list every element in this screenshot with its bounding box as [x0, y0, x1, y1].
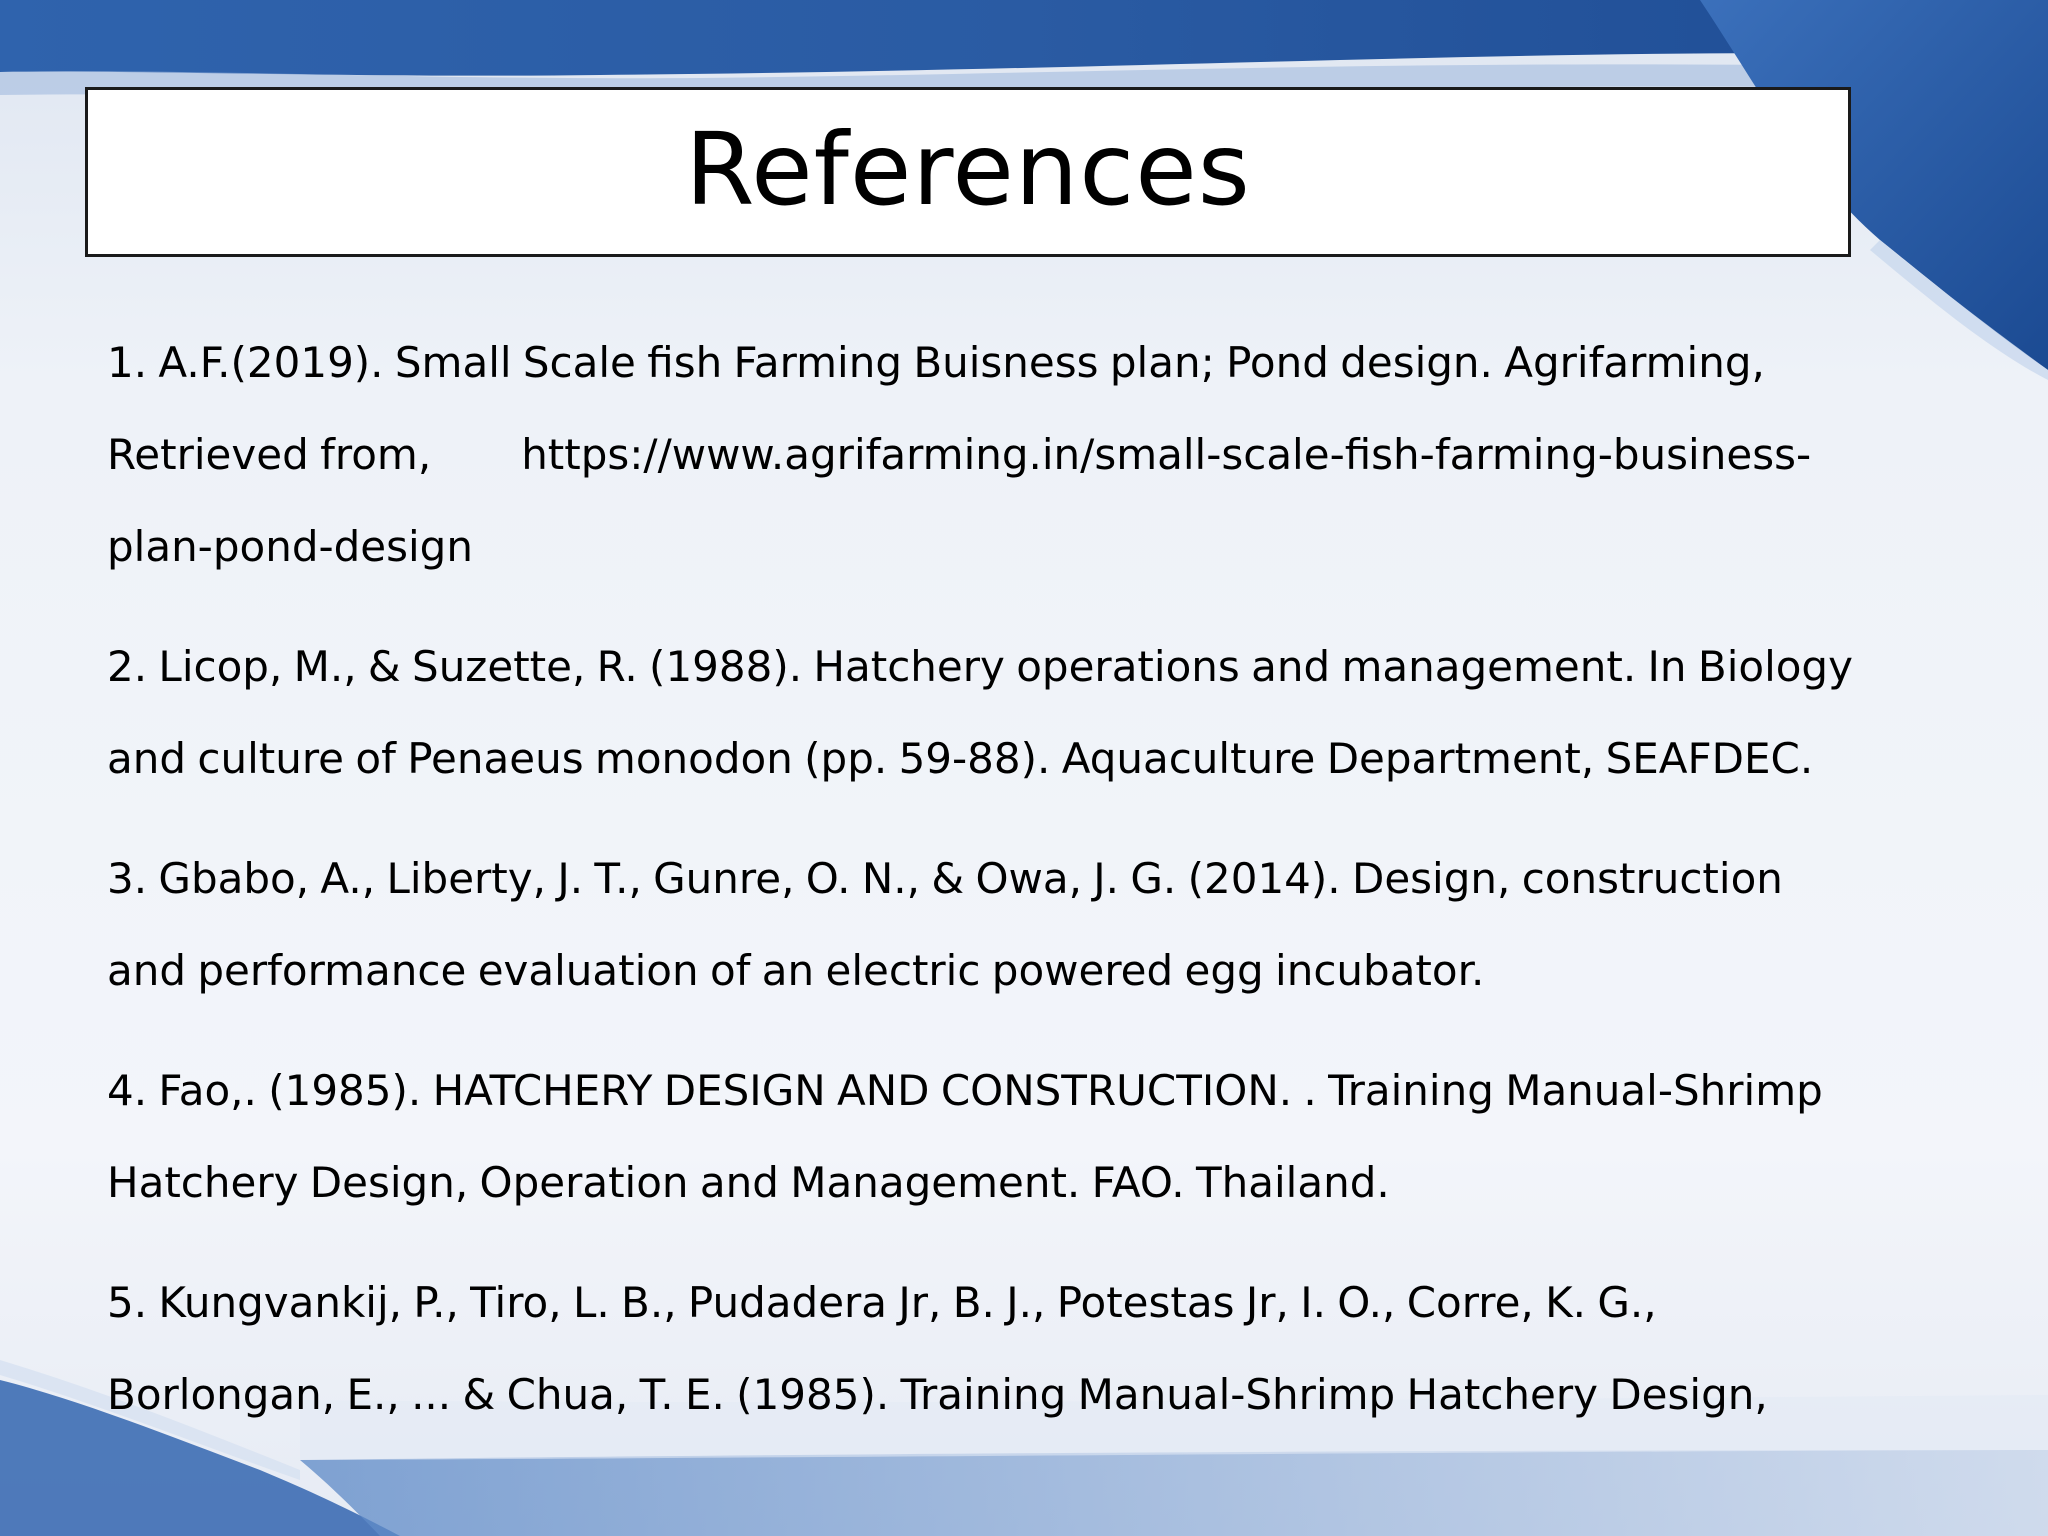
reference-item-3: 3. Gbabo, A., Liberty, J. T., Gunre, O. … [107, 854, 1783, 995]
slide-title: References [685, 111, 1251, 228]
reference-1-url-continued[interactable]: plan-pond-design [107, 522, 473, 571]
reference-item-5: 5. Kungvankij, P., Tiro, L. B., Pudadera… [107, 1278, 1768, 1419]
reference-1-line-1: 1. A.F.(2019). Small Scale fish Farming … [107, 338, 1765, 387]
title-box: References [85, 87, 1851, 257]
references-list: 1. A.F.(2019). Small Scale fish Farming … [107, 317, 1867, 1469]
reference-1-url[interactable]: https://www.agrifarming.in/small-scale-f… [521, 430, 1811, 479]
reference-item-4: 4. Fao,. (1985). HATCHERY DESIGN AND CON… [107, 1066, 1823, 1207]
reference-1-retrieved-label: Retrieved from, [107, 430, 432, 479]
reference-item-2: 2. Licop, M., & Suzette, R. (1988). Hatc… [107, 642, 1853, 783]
reference-item-1: 1. A.F.(2019). Small Scale fish Farming … [107, 317, 1867, 593]
